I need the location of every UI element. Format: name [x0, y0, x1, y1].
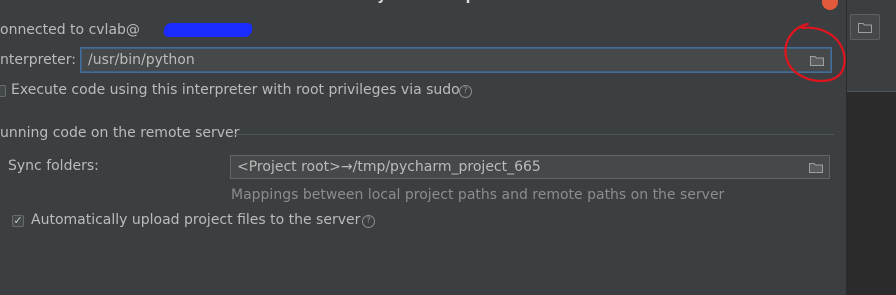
remote-section-title: unning code on the remote server	[0, 125, 240, 141]
connection-label: onnected to cvlab@	[0, 22, 140, 38]
help-icon[interactable]: ?	[362, 215, 375, 228]
sync-folders-browse-button[interactable]	[805, 158, 827, 176]
sync-folders-field[interactable]: <Project root>→/tmp/pycharm_project_665	[230, 155, 830, 179]
folder-icon	[809, 162, 823, 173]
interpreter-browse-button[interactable]	[806, 51, 828, 69]
root-privileges-label: Execute code using this interpreter with…	[11, 82, 460, 98]
interpreter-path-value: /usr/bin/python	[88, 52, 195, 68]
help-icon[interactable]: ?	[459, 85, 472, 98]
checkmark-icon: ✓	[13, 214, 23, 227]
ide-divider	[846, 91, 896, 92]
sync-folders-hint: Mappings between local project paths and…	[231, 187, 725, 203]
root-privileges-checkbox[interactable]	[0, 85, 6, 97]
dialog-title: Add Python Interpreter	[0, 0, 846, 8]
sync-folders-label: Sync folders:	[8, 158, 99, 174]
redacted-host-scribble	[162, 23, 254, 37]
add-python-interpreter-dialog: Add Python Interpreter onnected to cvlab…	[0, 0, 847, 295]
auto-upload-label: Automatically upload project files to th…	[31, 212, 361, 228]
close-button[interactable]	[822, 0, 838, 10]
interpreter-label: nterpreter:	[0, 52, 77, 68]
section-separator	[234, 134, 834, 135]
interpreter-path-field[interactable]: /usr/bin/python	[81, 48, 831, 72]
sync-folders-value: <Project root>→/tmp/pycharm_project_665	[237, 159, 541, 175]
auto-upload-checkbox[interactable]: ✓	[12, 215, 24, 227]
screen: Add Python Interpreter onnected to cvlab…	[0, 0, 896, 295]
folder-icon	[810, 55, 824, 66]
folder-icon	[858, 22, 872, 33]
background-folder-button[interactable]	[850, 14, 880, 40]
